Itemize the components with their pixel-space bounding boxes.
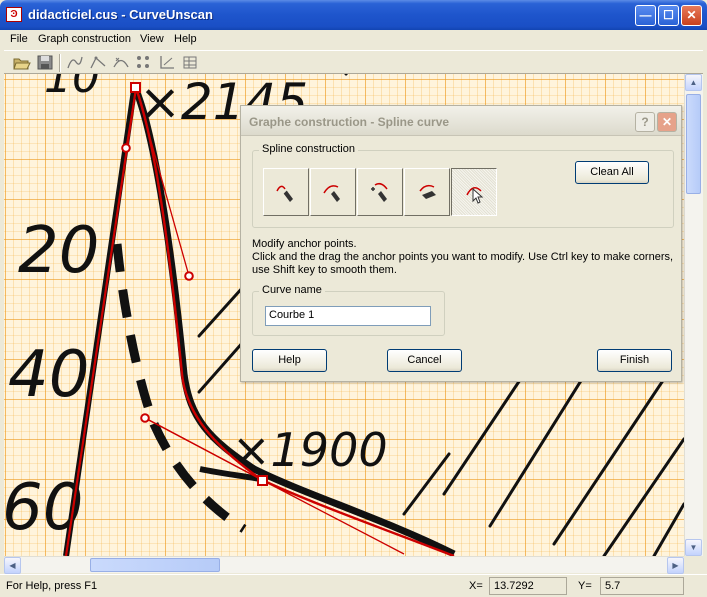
instruction-line-2: use Shift key to smooth them.	[252, 264, 397, 276]
y-coordinate-value: 5.7	[600, 577, 684, 595]
app-icon: Ͽ	[6, 7, 22, 22]
title-bar: Ͽ didacticiel.cus - CurveUnscan — ☐ ✕	[0, 0, 707, 30]
dialog-title-bar: Graphe construction - Spline curve ? ✕	[241, 106, 681, 136]
menu-bar: File Graph construction View Help	[4, 30, 703, 49]
table-tool-icon[interactable]	[181, 54, 199, 71]
vertical-scrollbar[interactable]: ▲ ▼	[684, 74, 703, 556]
pen-add-segment-icon	[323, 185, 340, 202]
scroll-corner	[684, 556, 703, 573]
menu-view[interactable]: View	[140, 33, 164, 45]
curve-name-label: Curve name	[259, 284, 325, 296]
curve-tool-1-icon[interactable]	[66, 54, 84, 71]
arrow-modify-anchor-icon	[466, 187, 484, 204]
pen-add-anchor-icon	[371, 182, 388, 202]
curve-tool-2-icon[interactable]	[89, 54, 107, 71]
dialog-title: Graphe construction - Spline curve	[249, 115, 450, 129]
scroll-down-icon[interactable]: ▼	[685, 539, 702, 556]
scroll-left-icon[interactable]: ◀	[4, 557, 21, 574]
dialog-close-button[interactable]: ✕	[657, 112, 677, 132]
scroll-up-icon[interactable]: ▲	[685, 74, 702, 91]
minimize-button[interactable]: —	[635, 5, 656, 26]
dialog-help-button[interactable]: ?	[635, 112, 655, 132]
window-title: didacticiel.cus - CurveUnscan	[28, 7, 213, 22]
save-icon[interactable]	[36, 54, 54, 71]
clean-all-button[interactable]: Clean All	[575, 161, 649, 184]
anchor-point[interactable]	[130, 82, 141, 93]
y-coordinate-label: Y=	[578, 580, 592, 592]
x-coordinate-label: X=	[469, 580, 483, 592]
pen-draw-icon	[276, 185, 293, 202]
status-bar: For Help, press F1 X= 13.7292 Y= 5.7	[0, 574, 707, 597]
scan-label-40: 40	[8, 338, 89, 412]
menu-file[interactable]: File	[10, 33, 28, 45]
draw-spline-tool-button[interactable]	[263, 168, 309, 216]
vertical-scroll-thumb[interactable]	[686, 94, 701, 194]
instruction-line-1: Click and the drag the anchor points you…	[252, 251, 674, 263]
close-button[interactable]: ✕	[681, 5, 702, 26]
control-point[interactable]	[184, 271, 194, 281]
add-anchor-tool-button[interactable]	[357, 168, 403, 216]
toolbar	[4, 50, 703, 74]
curve-name-group: Curve name Courbe 1	[252, 284, 445, 336]
curve-name-input[interactable]: Courbe 1	[265, 306, 431, 326]
spline-construction-label: Spline construction	[259, 143, 358, 155]
scan-label-20: 20	[18, 214, 99, 288]
delete-anchor-tool-button[interactable]	[404, 168, 450, 216]
axis-tool-icon[interactable]	[158, 54, 176, 71]
finish-button[interactable]: Finish	[597, 349, 672, 372]
scroll-right-icon[interactable]: ▶	[667, 557, 684, 574]
menu-help[interactable]: Help	[174, 33, 197, 45]
anchor-point[interactable]	[257, 475, 268, 486]
control-point[interactable]	[121, 143, 131, 153]
status-hint: For Help, press F1	[6, 580, 98, 592]
control-point[interactable]	[140, 413, 150, 423]
scan-label-10: 10	[44, 74, 100, 103]
points-tool-icon[interactable]	[135, 54, 153, 71]
cancel-button[interactable]: Cancel	[387, 349, 462, 372]
menu-graph-construction[interactable]: Graph construction	[38, 33, 131, 45]
maximize-button[interactable]: ☐	[658, 5, 679, 26]
pen-delete-anchor-icon	[419, 184, 436, 199]
horizontal-scrollbar[interactable]: ◀ ▶	[4, 556, 684, 574]
add-segment-tool-button[interactable]	[310, 168, 356, 216]
curve-tool-3-icon[interactable]	[112, 54, 130, 71]
spline-curve-dialog: Graphe construction - Spline curve ? ✕ S…	[240, 105, 682, 382]
open-icon[interactable]	[13, 54, 31, 71]
instruction-title: Modify anchor points.	[252, 238, 357, 250]
help-button[interactable]: Help	[252, 349, 327, 372]
modify-anchor-tool-button[interactable]	[451, 168, 497, 216]
x-coordinate-value: 13.7292	[489, 577, 567, 595]
toolbar-separator	[59, 54, 61, 72]
horizontal-scroll-thumb[interactable]	[90, 558, 220, 572]
